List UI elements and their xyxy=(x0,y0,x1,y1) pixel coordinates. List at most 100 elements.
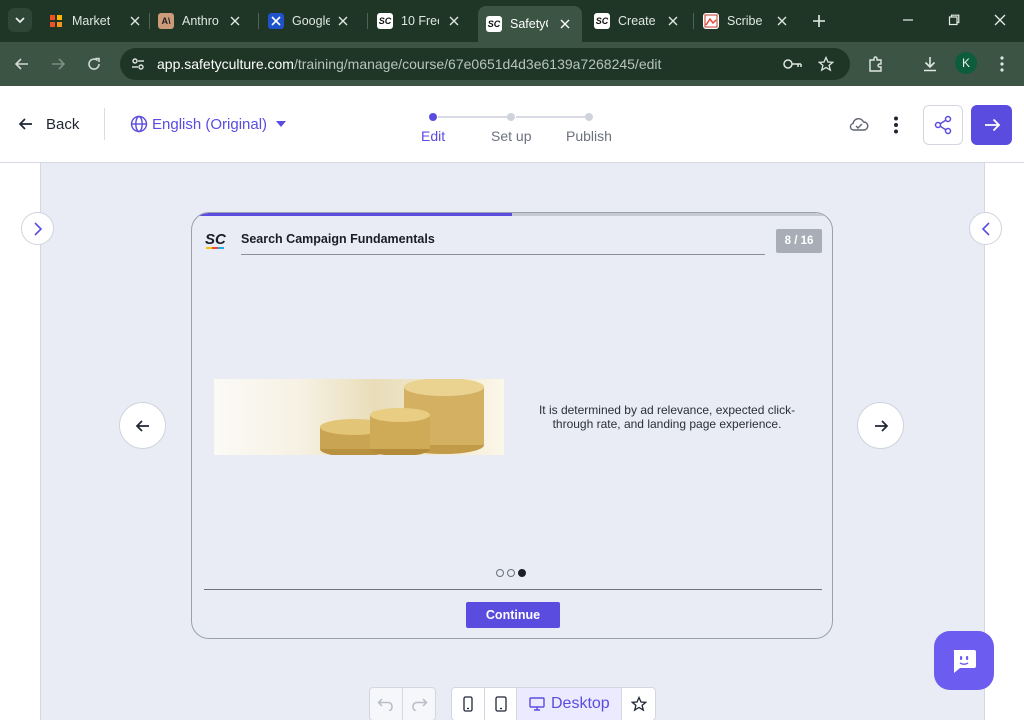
restore-icon xyxy=(948,14,960,26)
browser-tab[interactable]: Scribe xyxy=(703,8,791,34)
tab-separator xyxy=(258,13,259,29)
more-options-button[interactable] xyxy=(884,113,908,137)
tablet-icon xyxy=(494,696,507,712)
course-title: Search Campaign Fundamentals xyxy=(241,232,435,246)
site-settings-icon[interactable] xyxy=(128,54,148,74)
safetyculture-favicon-icon: SC xyxy=(594,13,610,29)
browser-tab[interactable]: Market xyxy=(48,8,144,34)
puzzle-icon xyxy=(869,56,882,72)
step-edit[interactable]: Edit xyxy=(421,128,445,144)
chat-bot-icon xyxy=(953,649,976,673)
reload-button[interactable] xyxy=(80,50,108,78)
step-dot-setup xyxy=(507,113,515,121)
browser-tab[interactable]: SC Create xyxy=(594,8,682,34)
url-host: app.safetyculture.com xyxy=(157,56,294,72)
close-tab-icon[interactable] xyxy=(226,12,244,30)
safetyculture-favicon-icon: SC xyxy=(486,16,502,32)
expand-left-panel-button[interactable] xyxy=(21,212,54,245)
close-tab-icon[interactable] xyxy=(334,12,352,30)
mobile-view-button[interactable] xyxy=(452,688,485,720)
favorite-button[interactable] xyxy=(622,688,655,720)
pagination-dot[interactable] xyxy=(496,569,504,577)
tab-search-button[interactable] xyxy=(8,8,32,32)
extensions-button[interactable] xyxy=(863,51,889,77)
tab-title: SafetyC xyxy=(510,17,548,31)
previous-slide-button[interactable] xyxy=(119,402,166,449)
close-tab-icon[interactable] xyxy=(445,12,463,30)
downloads-button[interactable] xyxy=(917,51,943,77)
safetyculture-favicon-icon: SC xyxy=(377,13,393,29)
address-bar[interactable]: app.safetyculture.com/training/manage/co… xyxy=(120,48,850,80)
tab-title: Market xyxy=(72,14,110,28)
kebab-menu-icon xyxy=(894,116,898,134)
share-button[interactable] xyxy=(923,105,963,145)
redo-button[interactable] xyxy=(402,688,435,720)
arrow-left-icon xyxy=(135,419,149,432)
pagination-dot[interactable] xyxy=(507,569,515,577)
anthropic-favicon-icon: A\ xyxy=(158,13,174,29)
language-label: English (Original) xyxy=(152,115,268,133)
step-setup[interactable]: Set up xyxy=(491,128,531,144)
undo-button[interactable] xyxy=(370,688,402,720)
undo-redo-group xyxy=(369,687,436,720)
close-icon xyxy=(994,14,1006,26)
language-selector[interactable]: English (Original) xyxy=(130,112,290,136)
browser-back-button[interactable] xyxy=(8,50,36,78)
close-tab-icon[interactable] xyxy=(556,15,574,33)
title-underline xyxy=(241,254,765,255)
next-slide-button[interactable] xyxy=(857,402,904,449)
close-tab-icon[interactable] xyxy=(773,12,791,30)
step-dot-edit xyxy=(429,113,437,121)
scribe-favicon-icon xyxy=(703,13,719,29)
tab-separator xyxy=(367,13,368,29)
tab-separator xyxy=(149,13,150,29)
expand-right-panel-button[interactable] xyxy=(969,212,1002,245)
download-icon xyxy=(924,57,936,72)
close-tab-icon[interactable] xyxy=(664,12,682,30)
plus-icon xyxy=(813,15,825,27)
minimize-window-button[interactable] xyxy=(886,6,930,34)
chat-assistant-button[interactable] xyxy=(934,631,994,690)
minimize-icon xyxy=(903,19,913,21)
chevron-right-icon xyxy=(33,221,42,236)
browser-tab-active[interactable]: SC SafetyC xyxy=(478,6,582,42)
next-step-button[interactable] xyxy=(971,105,1012,145)
step-connector xyxy=(438,116,508,118)
browser-tab[interactable]: A\ Anthro xyxy=(158,8,244,34)
browser-tab[interactable]: SC 10 Free xyxy=(377,8,463,34)
password-key-icon[interactable] xyxy=(783,54,803,74)
back-button[interactable]: Back xyxy=(18,112,79,136)
browser-forward-button[interactable] xyxy=(44,50,72,78)
slide-counter-badge: 8 / 16 xyxy=(776,229,822,253)
slide-pagination-dots xyxy=(496,569,526,579)
share-icon xyxy=(934,115,952,135)
save-status-cloud-icon xyxy=(848,114,870,136)
back-label: Back xyxy=(46,115,80,133)
arrow-left-icon xyxy=(14,58,28,70)
browser-menu-button[interactable] xyxy=(989,51,1015,77)
desktop-view-button[interactable]: Desktop xyxy=(517,688,623,720)
tablet-view-button[interactable] xyxy=(485,688,518,720)
pagination-dot-active[interactable] xyxy=(518,569,526,577)
restore-window-button[interactable] xyxy=(932,6,976,34)
profile-avatar[interactable]: K xyxy=(955,52,977,74)
course-progress-fill xyxy=(192,213,512,216)
caret-down-icon xyxy=(276,121,287,127)
new-tab-button[interactable] xyxy=(808,10,830,32)
desktop-label: Desktop xyxy=(551,695,610,712)
kebab-menu-icon xyxy=(1000,56,1004,72)
browser-tab[interactable]: Google xyxy=(268,8,352,34)
step-publish[interactable]: Publish xyxy=(566,128,612,144)
safetyculture-logo-icon: SC xyxy=(205,231,227,249)
arrow-right-icon xyxy=(52,58,66,70)
url-text[interactable]: app.safetyculture.com/training/manage/co… xyxy=(157,56,661,72)
arrow-right-icon xyxy=(984,118,1000,132)
phone-icon xyxy=(463,696,473,712)
close-window-button[interactable] xyxy=(978,6,1022,34)
close-tab-icon[interactable] xyxy=(126,12,144,30)
slide-body-text: It is determined by ad relevance, expect… xyxy=(538,403,796,431)
editor-header: Back English (Original) Edit Set up Publ… xyxy=(0,86,1024,163)
continue-button[interactable]: Continue xyxy=(466,602,560,628)
star-icon xyxy=(630,696,647,712)
bookmark-star-icon[interactable] xyxy=(816,54,836,74)
